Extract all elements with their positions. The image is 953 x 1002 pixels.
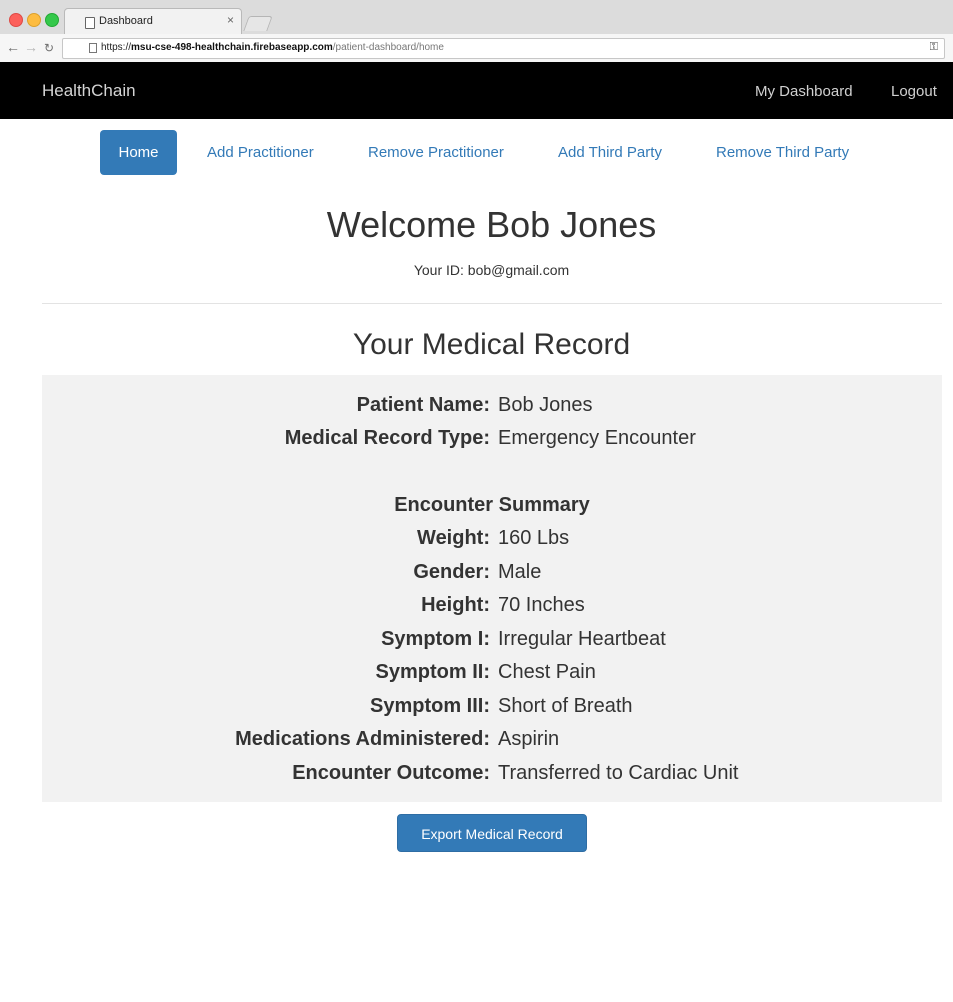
record-value: Short of Breath [498, 695, 633, 717]
record-value: Bob Jones [498, 394, 593, 416]
address-bar[interactable]: https://msu-cse-498-healthchain.firebase… [62, 38, 945, 59]
close-window-icon[interactable] [9, 13, 23, 27]
record-row-weight: Weight: 160 Lbs [42, 525, 942, 551]
record-label: Symptom I: [381, 628, 490, 650]
record-label: Weight: [417, 527, 490, 549]
record-row-symptom-3: Symptom III: Short of Breath [42, 693, 942, 719]
welcome-title: Welcome Bob Jones [326, 204, 657, 245]
record-label: Symptom II: [375, 661, 490, 683]
minimize-window-icon[interactable] [27, 13, 41, 27]
tab-strip: Dashboard × [0, 0, 953, 35]
record-value: 160 Lbs [498, 527, 570, 549]
back-arrow-icon[interactable]: ← [6, 39, 20, 55]
record-row-type: Medical Record Type: Emergency Encounter [42, 425, 942, 451]
url-scheme: https:// [101, 42, 132, 53]
export-medical-record-button[interactable]: Export Medical Record [397, 814, 587, 852]
medical-record-panel: Patient Name: Bob Jones Medical Record T… [42, 375, 942, 802]
tab-title: Dashboard [99, 15, 153, 27]
record-label: Medications Administered: [235, 728, 490, 750]
logout-link[interactable]: Logout [891, 83, 937, 100]
record-value: Chest Pain [498, 661, 596, 683]
reload-icon[interactable]: ↻ [44, 40, 54, 56]
record-row-medications: Medications Administered: Aspirin [42, 726, 942, 752]
url-host: msu-cse-498-healthchain.firebaseapp.com [131, 42, 333, 53]
record-label: Medical Record Type: [284, 427, 490, 449]
record-value: Transferred to Cardiac Unit [498, 762, 739, 784]
record-label: Patient Name: [356, 394, 490, 416]
record-value: Male [498, 561, 542, 583]
record-row-symptom-1: Symptom I: Irregular Heartbeat [42, 626, 942, 652]
divider [42, 303, 942, 304]
record-label: Encounter Outcome: [292, 762, 490, 784]
record-value: 70 Inches [498, 594, 585, 616]
new-tab-button[interactable] [243, 16, 273, 31]
top-navbar: HealthChain My Dashboard Logout [0, 62, 953, 119]
my-dashboard-link[interactable]: My Dashboard [755, 83, 853, 100]
brand-link[interactable]: HealthChain [42, 81, 136, 101]
record-row-outcome: Encounter Outcome: Transferred to Cardia… [42, 760, 942, 786]
record-value: Irregular Heartbeat [498, 628, 666, 650]
tab-remove-third-party[interactable]: Remove Third Party [716, 130, 849, 175]
forward-arrow-icon[interactable]: → [24, 39, 38, 55]
url-text: https://msu-cse-498-healthchain.firebase… [101, 42, 444, 53]
browser-tab[interactable]: Dashboard × [64, 8, 242, 35]
url-path: /patient-dashboard/home [332, 42, 444, 53]
tab-add-practitioner[interactable]: Add Practitioner [207, 130, 314, 175]
browser-window: Dashboard × ← → ↻ https://msu-cse-498-he… [0, 0, 953, 1002]
record-label: Gender: [413, 561, 490, 583]
user-id-text: Your ID: bob@gmail.com [413, 262, 570, 278]
record-label: Symptom III: [369, 695, 490, 717]
record-row-symptom-2: Symptom II: Chest Pain [42, 659, 942, 685]
record-value: Aspirin [498, 728, 560, 750]
record-row-gender: Gender: Male [42, 559, 942, 585]
maximize-window-icon[interactable] [45, 13, 59, 27]
encounter-summary-heading: Encounter Summary [394, 494, 590, 516]
close-tab-icon[interactable]: × [227, 13, 234, 27]
medical-record-heading: Your Medical Record [352, 328, 631, 361]
key-icon[interactable]: ⚿ [930, 41, 938, 54]
page-content: HealthChain My Dashboard Logout Home Add… [0, 62, 953, 1002]
tab-home[interactable]: Home [100, 130, 177, 175]
tab-add-third-party[interactable]: Add Third Party [558, 130, 662, 175]
browser-toolbar: ← → ↻ https://msu-cse-498-healthchain.fi… [0, 34, 953, 63]
record-label: Height: [421, 594, 490, 616]
record-value: Emergency Encounter [498, 427, 696, 449]
page-icon [89, 43, 97, 53]
record-row-patient-name: Patient Name: Bob Jones [42, 392, 942, 418]
record-row-height: Height: 70 Inches [42, 592, 942, 618]
tab-remove-practitioner[interactable]: Remove Practitioner [368, 130, 504, 175]
page-icon [85, 17, 95, 29]
